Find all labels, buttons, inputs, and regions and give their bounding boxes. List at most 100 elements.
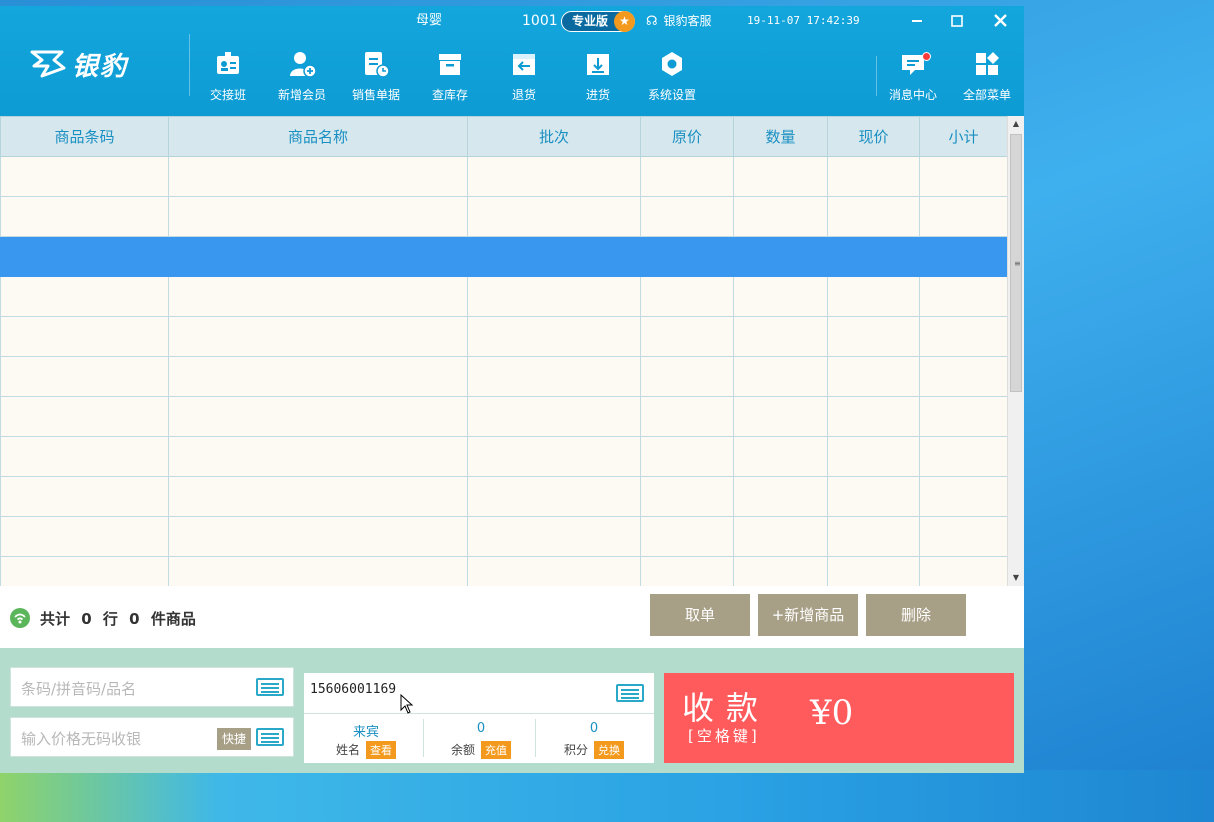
table-cell[interactable]: [640, 196, 734, 237]
table-cell[interactable]: [168, 476, 468, 517]
nav-handover[interactable]: 交接班: [191, 50, 265, 103]
table-cell[interactable]: [168, 516, 468, 557]
redeem-button[interactable]: 兑换: [594, 741, 624, 759]
table-cell[interactable]: [827, 316, 920, 357]
table-cell[interactable]: [0, 156, 169, 197]
table-row[interactable]: [0, 236, 1008, 277]
nav-add-member[interactable]: 新增会员: [265, 50, 339, 103]
table-cell[interactable]: [827, 516, 920, 557]
table-cell[interactable]: [919, 156, 1008, 197]
table-cell[interactable]: [640, 316, 734, 357]
scroll-up-icon[interactable]: ▲: [1008, 116, 1024, 132]
table-cell[interactable]: [733, 236, 828, 277]
table-cell[interactable]: [0, 356, 169, 397]
table-cell[interactable]: [467, 436, 641, 477]
scroll-down-icon[interactable]: ▼: [1008, 570, 1024, 586]
table-cell[interactable]: [168, 436, 468, 477]
table-cell[interactable]: [467, 276, 641, 317]
table-row[interactable]: [0, 276, 1008, 317]
add-product-button[interactable]: +新增商品: [758, 594, 858, 636]
vertical-scrollbar[interactable]: ▲ ≡ ▼: [1007, 116, 1024, 586]
table-cell[interactable]: [733, 196, 828, 237]
table-row[interactable]: [0, 316, 1008, 357]
table-cell[interactable]: [640, 236, 734, 277]
table-cell[interactable]: [467, 356, 641, 397]
table-cell[interactable]: [467, 396, 641, 437]
table-cell[interactable]: [733, 396, 828, 437]
table-cell[interactable]: [733, 156, 828, 197]
table-cell[interactable]: [467, 476, 641, 517]
table-cell[interactable]: [919, 316, 1008, 357]
table-cell[interactable]: [919, 476, 1008, 517]
nav-settings[interactable]: 系统设置: [635, 50, 709, 103]
table-cell[interactable]: [0, 396, 169, 437]
table-cell[interactable]: [919, 396, 1008, 437]
table-cell[interactable]: [733, 356, 828, 397]
table-cell[interactable]: [827, 436, 920, 477]
table-cell[interactable]: [827, 396, 920, 437]
table-cell[interactable]: [467, 516, 641, 557]
nav-all-menu[interactable]: 全部菜单: [950, 50, 1024, 103]
table-cell[interactable]: [919, 556, 1008, 586]
nav-message-center[interactable]: 消息中心: [876, 50, 950, 103]
table-row[interactable]: [0, 436, 1008, 477]
table-row[interactable]: [0, 396, 1008, 437]
table-cell[interactable]: [827, 476, 920, 517]
table-cell[interactable]: [733, 516, 828, 557]
table-cell[interactable]: [640, 156, 734, 197]
table-cell[interactable]: [919, 356, 1008, 397]
table-cell[interactable]: [467, 236, 641, 277]
table-cell[interactable]: [0, 436, 169, 477]
table-cell[interactable]: [467, 316, 641, 357]
table-cell[interactable]: [168, 276, 468, 317]
table-cell[interactable]: [0, 476, 169, 517]
column-header-current-price[interactable]: 现价: [827, 116, 920, 157]
table-cell[interactable]: [168, 236, 468, 277]
table-cell[interactable]: [467, 556, 641, 586]
table-cell[interactable]: [640, 436, 734, 477]
table-cell[interactable]: [919, 196, 1008, 237]
table-row[interactable]: [0, 556, 1008, 586]
table-cell[interactable]: [168, 356, 468, 397]
table-cell[interactable]: [0, 556, 169, 586]
table-cell[interactable]: [733, 316, 828, 357]
nav-inventory[interactable]: 查库存: [413, 50, 487, 103]
column-header-barcode[interactable]: 商品条码: [0, 116, 169, 157]
table-cell[interactable]: [733, 476, 828, 517]
table-cell[interactable]: [640, 276, 734, 317]
customer-service-link[interactable]: ☊ 银豹客服: [646, 6, 712, 36]
table-row[interactable]: [0, 196, 1008, 237]
table-cell[interactable]: [0, 516, 169, 557]
table-cell[interactable]: [827, 156, 920, 197]
close-button[interactable]: [989, 12, 1011, 32]
table-cell[interactable]: [827, 556, 920, 586]
nav-sales-doc[interactable]: 销售单据: [339, 50, 413, 103]
barcode-search-input[interactable]: 条码/拼音码/品名: [10, 667, 294, 707]
table-cell[interactable]: [168, 196, 468, 237]
table-cell[interactable]: [919, 516, 1008, 557]
table-cell[interactable]: [827, 196, 920, 237]
table-cell[interactable]: [168, 556, 468, 586]
keyboard-icon[interactable]: [616, 684, 644, 702]
nav-return[interactable]: 退货: [487, 50, 561, 103]
table-cell[interactable]: [919, 236, 1008, 277]
quick-button[interactable]: 快捷: [217, 728, 251, 750]
column-header-batch[interactable]: 批次: [467, 116, 641, 157]
table-cell[interactable]: [733, 276, 828, 317]
table-row[interactable]: [0, 156, 1008, 197]
table-cell[interactable]: [0, 316, 169, 357]
table-row[interactable]: [0, 516, 1008, 557]
recharge-button[interactable]: 充值: [481, 741, 511, 759]
table-cell[interactable]: [467, 196, 641, 237]
nav-purchase[interactable]: 进货: [561, 50, 635, 103]
scroll-thumb[interactable]: ≡: [1010, 134, 1022, 392]
column-header-name[interactable]: 商品名称: [168, 116, 468, 157]
column-header-original-price[interactable]: 原价: [640, 116, 734, 157]
table-cell[interactable]: [0, 236, 169, 277]
table-cell[interactable]: [827, 276, 920, 317]
table-cell[interactable]: [827, 236, 920, 277]
table-row[interactable]: [0, 356, 1008, 397]
table-cell[interactable]: [168, 396, 468, 437]
maximize-button[interactable]: [946, 12, 968, 32]
table-cell[interactable]: [467, 156, 641, 197]
